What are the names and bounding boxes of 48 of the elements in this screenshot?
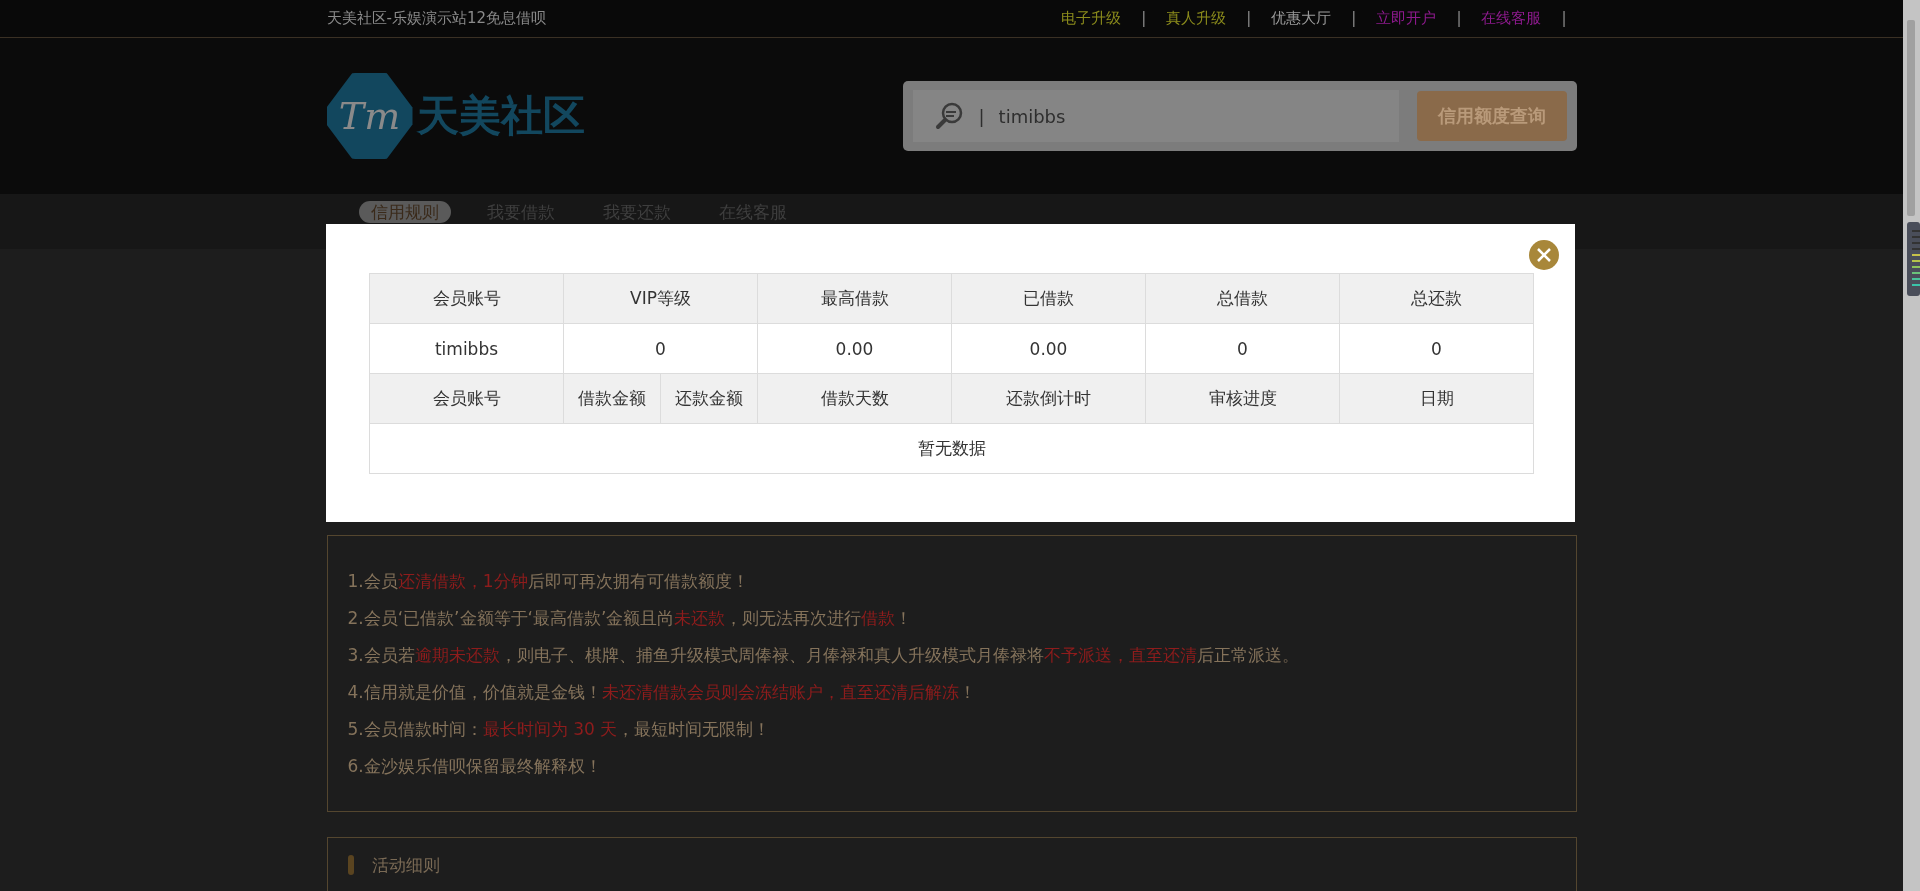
close-icon[interactable] bbox=[1529, 240, 1559, 270]
nav-tab[interactable]: 信用规则 bbox=[358, 201, 451, 223]
column-header: 借款天数 bbox=[757, 373, 952, 424]
column-header: 借款金额 bbox=[563, 373, 661, 424]
column-header: 总还款 bbox=[1339, 273, 1534, 324]
separator: | bbox=[1245, 9, 1253, 28]
site-title: 天美社区-乐娱演示站12免息借呗 bbox=[326, 9, 546, 28]
search-icon bbox=[934, 101, 965, 131]
rule-text: 4.信用就是价值，价值就是金钱！未还清借款会员则会冻结账户，直至还清后解冻！ bbox=[347, 681, 977, 704]
column-header: 总借款 bbox=[1145, 273, 1340, 324]
table-cell: 0.00 bbox=[951, 323, 1146, 374]
top-link[interactable]: 电子升级 bbox=[1051, 9, 1132, 28]
meter-icon[interactable] bbox=[1907, 222, 1920, 296]
column-header: 审核进度 bbox=[1145, 373, 1340, 424]
rule-text: 3.会员若逾期未还款，则电子、棋牌、捕鱼升级模式周俸禄、月俸禄和真人升级模式月俸禄将不予派送，直至还清后正常派送。 bbox=[347, 644, 1300, 667]
separator: | bbox=[1455, 9, 1463, 28]
top-link[interactable]: 优惠大厅 bbox=[1261, 9, 1342, 28]
rule-text: 2.会员‘已借款’金额等于‘最高借款’金额且尚未还款，则无法再次进行借款！ bbox=[347, 607, 914, 630]
column-header: VIP等级 bbox=[563, 273, 758, 324]
search-field[interactable]: | timibbs bbox=[912, 90, 1399, 142]
top-link[interactable]: 立即开户 bbox=[1366, 9, 1447, 28]
separator: | bbox=[1350, 9, 1358, 28]
empty-message: 暂无数据 bbox=[369, 423, 1534, 474]
column-header: 最高借款 bbox=[757, 273, 952, 324]
column-header: 还款倒计时 bbox=[951, 373, 1146, 424]
scrollbar[interactable] bbox=[1903, 0, 1920, 891]
rule-text: 1.会员还清借款，1分钟后即可再次拥有可借款额度！ bbox=[347, 570, 750, 593]
column-header: 还款金额 bbox=[660, 373, 758, 424]
column-header: 日期 bbox=[1339, 373, 1534, 424]
rule-text: 6.金沙娱乐借呗保留最终解释权！ bbox=[347, 755, 603, 778]
panel-title: 活动细则 bbox=[371, 853, 440, 877]
top-link[interactable]: 在线客服 bbox=[1471, 9, 1552, 28]
logo-mark: Tm bbox=[326, 73, 413, 159]
table-cell: timibbs bbox=[369, 323, 564, 374]
accent-bar bbox=[347, 855, 354, 875]
separator: | bbox=[1560, 9, 1568, 28]
column-header: 会员账号 bbox=[369, 273, 564, 324]
table-cell: 0 bbox=[1339, 323, 1534, 374]
logo-text: 天美社区 bbox=[416, 90, 585, 142]
table-cell: 0 bbox=[563, 323, 758, 374]
table-cell: 0.00 bbox=[757, 323, 952, 374]
top-link[interactable]: 真人升级 bbox=[1156, 9, 1237, 28]
rule-text: 5.会员借款时间：最长时间为 30 天，最短时间无限制！ bbox=[347, 718, 772, 741]
scrollbar-thumb[interactable] bbox=[1907, 20, 1915, 216]
column-header: 已借款 bbox=[951, 273, 1146, 324]
table-cell: 0 bbox=[1145, 323, 1340, 374]
separator: | bbox=[1140, 9, 1148, 28]
column-header: 会员账号 bbox=[369, 373, 564, 424]
